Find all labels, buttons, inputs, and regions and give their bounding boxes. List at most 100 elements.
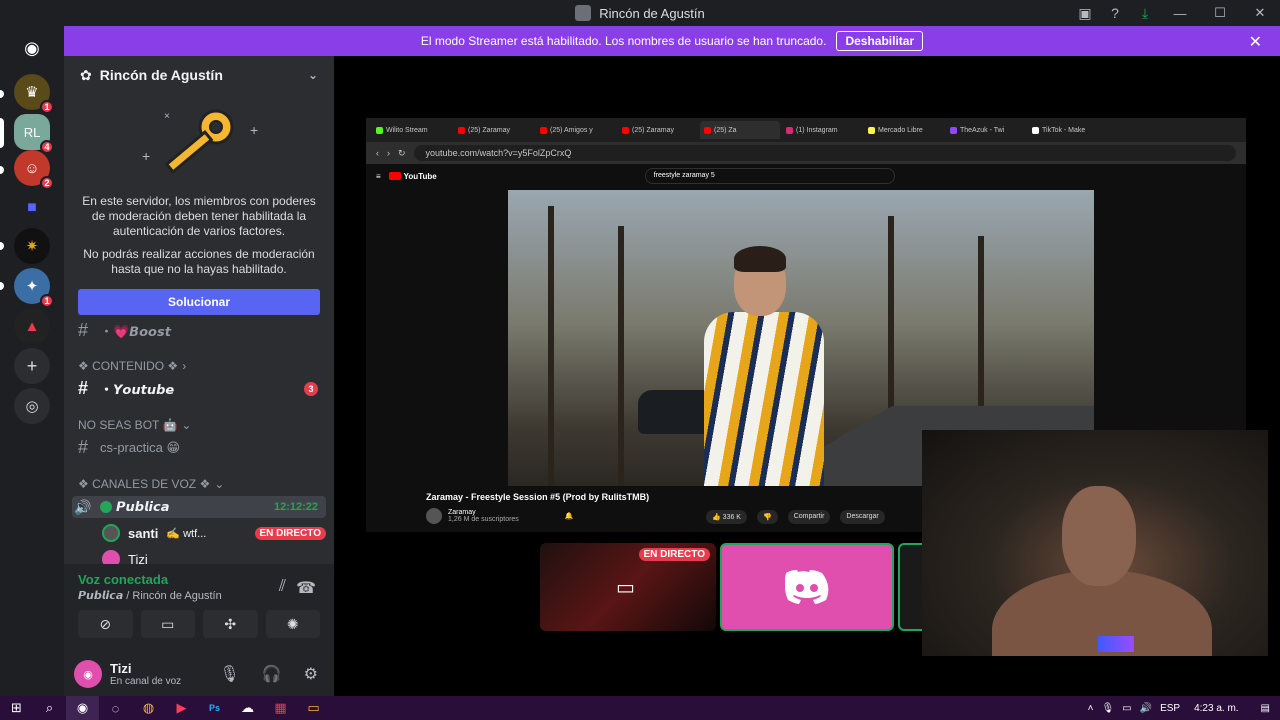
- user-status: En canal de voz: [110, 676, 182, 687]
- svg-text:×: ×: [164, 111, 170, 122]
- download-label: Descargar: [840, 510, 885, 524]
- key-icon: + + ×: [142, 109, 258, 175]
- minimize-button[interactable]: —: [1160, 0, 1200, 26]
- app-taskbar-icon[interactable]: ◌: [99, 696, 132, 720]
- category-nobot[interactable]: NO SEAS BOT 🤖 ⌄: [78, 418, 191, 432]
- activities-button[interactable]: ✣: [203, 610, 258, 638]
- network-icon[interactable]: ▭: [1122, 703, 1131, 714]
- windows-start-icon[interactable]: ⊞: [0, 696, 33, 720]
- server-icon[interactable]: ✷: [14, 228, 50, 264]
- discord-taskbar-icon[interactable]: ◉: [66, 696, 99, 720]
- category-voz[interactable]: ❖ CANALES DE VOZ ❖ ⌄: [78, 477, 224, 491]
- file-explorer-icon[interactable]: ▭: [297, 696, 330, 720]
- browser-url-bar: ‹ › ↻ youtube.com/watch?v=y5FolZpCrxQ: [366, 142, 1246, 164]
- hash-icon: #: [77, 378, 88, 398]
- maximize-button[interactable]: ☐: [1200, 0, 1240, 26]
- language-indicator[interactable]: ESP: [1160, 703, 1180, 714]
- bell-icon: 🔔: [564, 513, 574, 520]
- server-icon[interactable]: ♛ 1: [14, 74, 54, 114]
- channel-label: ・💗𝘽𝙤𝙤𝙨𝙩: [100, 324, 171, 339]
- browser-tab: (25) Zaramay: [618, 121, 698, 139]
- app-taskbar-icon[interactable]: ▦: [264, 696, 297, 720]
- gear-icon[interactable]: ⚙: [304, 664, 318, 684]
- subscriber-count: 1,26 M de suscriptores: [448, 516, 519, 523]
- server-name: Rincón de Agustín: [99, 67, 223, 83]
- monitor-icon: ▭: [616, 577, 635, 599]
- search-icon[interactable]: ⌕: [33, 696, 66, 720]
- hash-icon: #: [77, 320, 88, 340]
- channel-label: ・𝙔𝙤𝙪𝙩𝙪𝙗𝙚: [100, 382, 175, 397]
- server-icon[interactable]: ☺ 2: [14, 150, 54, 190]
- category-label: ❖ CONTENIDO ❖: [78, 359, 179, 373]
- photoshop-icon[interactable]: Ps: [198, 696, 231, 720]
- soundboard-button[interactable]: ✺: [265, 610, 320, 638]
- close-icon[interactable]: ✕: [1249, 32, 1262, 52]
- member-name: santi: [128, 525, 159, 541]
- fix-mfa-button[interactable]: Solucionar: [78, 289, 320, 315]
- hash-icon: #: [77, 437, 88, 457]
- chevron-down-icon: ⌄: [181, 418, 192, 432]
- noise-suppression-icon[interactable]: ⫽: [279, 578, 286, 596]
- youtube-taskbar-icon[interactable]: ▶: [165, 696, 198, 720]
- avatar[interactable]: ◉: [74, 660, 102, 688]
- stream-view: Wilito Stream (25) Zaramay (25) Amigos y…: [334, 56, 1280, 696]
- server-header[interactable]: ✿ Rincón de Agustín ⌄: [64, 56, 334, 94]
- disable-streamer-button[interactable]: Deshabilitar: [836, 31, 924, 51]
- server-icon[interactable]: ✦ 1: [14, 268, 54, 308]
- participant-tile[interactable]: [720, 543, 894, 631]
- unread-badge: 1: [40, 294, 54, 308]
- app-taskbar-icon[interactable]: ☁: [231, 696, 264, 720]
- discord-logo-icon: [785, 570, 829, 604]
- explore-icon[interactable]: ◎: [14, 388, 50, 424]
- disconnect-icon[interactable]: ☎: [296, 578, 316, 598]
- folder-icon[interactable]: ■: [14, 190, 50, 226]
- voice-channel-publica[interactable]: 🔊 𝙋𝙪𝙗𝙡𝙞𝙘𝙖 12:12:22: [72, 496, 326, 518]
- screen-share-icon[interactable]: ▣: [1070, 0, 1100, 26]
- camera-off-button[interactable]: ⊘: [78, 610, 133, 638]
- live-badge: EN DIRECTO: [638, 548, 710, 561]
- server-icon[interactable]: ▲: [14, 308, 50, 344]
- banner-message: El modo Streamer está habilitado. Los no…: [420, 34, 827, 48]
- channel-sidebar: ✿ Rincón de Agustín ⌄ + + × En este serv…: [64, 56, 334, 696]
- notification-icon[interactable]: ▤: [1261, 703, 1270, 714]
- chevron-down-icon[interactable]: ⌄: [308, 68, 318, 82]
- clock[interactable]: 4:23 a. m.: [1194, 703, 1238, 714]
- speaker-icon: 🔊: [74, 498, 92, 515]
- username: Tizi: [110, 661, 132, 676]
- mfa-warning-text: En este servidor, los miembros con poder…: [82, 194, 316, 238]
- unread-badge: 2: [40, 176, 54, 190]
- microphone-icon[interactable]: 🎙: [219, 664, 239, 684]
- chevron-down-icon: ⌄: [214, 477, 225, 491]
- taskbar: ⊞ ⌕ ◉ ◌ ◍ ▶ Ps ☁ ▦ ▭ ˄ 🎙 ▭ 🔊 ESP 4:23 a.…: [0, 696, 1280, 720]
- video-title: Zaramay - Freestyle Session #5 (Prod by …: [426, 492, 650, 502]
- chrome-icon[interactable]: ◍: [132, 696, 165, 720]
- download-icon[interactable]: ⤓: [1130, 0, 1160, 26]
- share-screen-button[interactable]: ▭: [140, 610, 195, 638]
- category-label: NO SEAS BOT 🤖: [78, 418, 178, 432]
- channel-cs-practica[interactable]: # cs-practica 😁: [72, 437, 326, 458]
- browser-tab: TheAzuk - Twi: [946, 121, 1026, 139]
- category-contenido[interactable]: ❖ CONTENIDO ❖ ›: [78, 359, 186, 373]
- chevron-up-icon[interactable]: ˄: [1088, 703, 1094, 714]
- voice-timer: 12:12:22: [273, 501, 318, 513]
- channel-label: cs-practica 😁: [100, 439, 181, 455]
- reload-icon: ↻: [398, 147, 406, 158]
- headphones-icon[interactable]: 🎧: [262, 664, 282, 684]
- help-icon[interactable]: ?: [1100, 0, 1130, 26]
- title-bar: Rincón de Agustín ▣ ? ⤓ — ☐ ✕: [0, 0, 1280, 26]
- back-icon: ‹: [376, 148, 379, 158]
- stream-tile[interactable]: EN DIRECTO ▭: [540, 543, 716, 631]
- microphone-tray-icon[interactable]: 🎙: [1101, 703, 1114, 714]
- server-icon-active[interactable]: RL 4: [14, 114, 54, 154]
- unread-badge: 4: [40, 140, 54, 154]
- discord-home-icon[interactable]: ◉: [14, 30, 50, 66]
- close-button[interactable]: ✕: [1240, 0, 1280, 26]
- streamer-mode-banner: El modo Streamer está habilitado. Los no…: [64, 26, 1280, 56]
- add-server-icon[interactable]: +: [14, 348, 50, 384]
- channel-youtube[interactable]: # ・𝙔𝙤𝙪𝙩𝙪𝙗𝙚 3: [72, 378, 326, 399]
- volume-icon[interactable]: 🔊: [1140, 703, 1152, 714]
- voice-panel: Voz conectada 𝙋𝙪𝙗𝙡𝙞𝙘𝙖 / Rincón de Agustí…: [64, 564, 334, 696]
- channel-boost[interactable]: # ・💗𝘽𝙤𝙤𝙨𝙩: [72, 320, 326, 341]
- voice-member-santi[interactable]: santi ✍️ wtf... EN DIRECTO: [72, 524, 326, 542]
- server-rail: ◉ ♛ 1 RL 4 ☺ 2 ■ ✷ ✦ 1 ▲ + ◎: [0, 26, 64, 696]
